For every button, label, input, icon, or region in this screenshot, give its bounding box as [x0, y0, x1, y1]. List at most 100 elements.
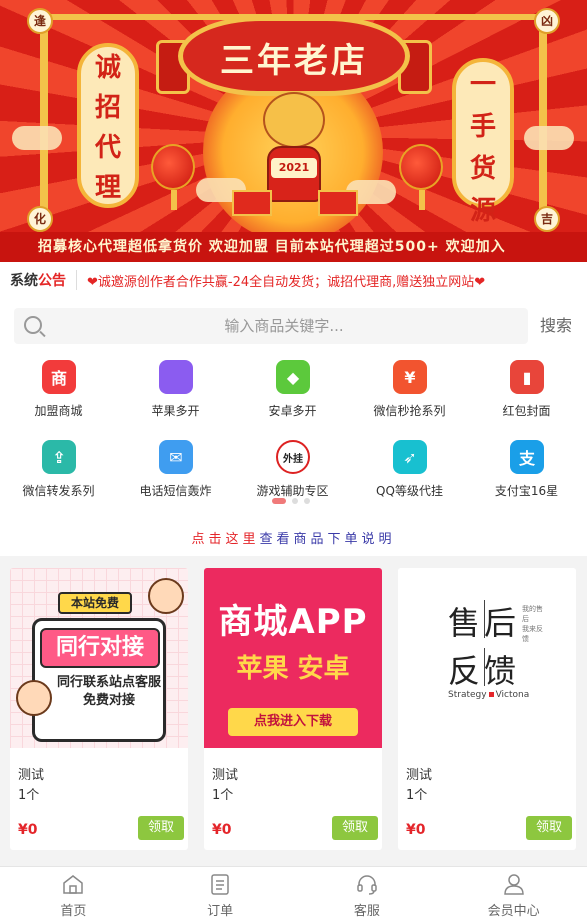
category-label: 微信转发系列	[22, 484, 95, 498]
slogan-char: 代	[94, 133, 121, 163]
carousel-dot-active[interactable]	[272, 498, 286, 504]
carousel-dot[interactable]	[292, 498, 298, 504]
home-icon	[63, 875, 84, 894]
system-notice[interactable]: 系统公告 ❤诚邀源创作者合作共赢-24全自动发货；诚招代理商,赠送独立网站❤	[0, 262, 587, 298]
category-label: 微信秒抢系列	[373, 404, 446, 418]
search-button[interactable]: 搜索	[530, 308, 582, 344]
category-item[interactable]: ➶ QQ等级代挂	[351, 436, 468, 506]
product-image[interactable]: 商城APP 苹果 安卓 点我进入下载	[204, 568, 382, 748]
category-label: 加盟商城	[34, 404, 83, 418]
shop-icon: 商	[42, 360, 76, 394]
corner-seal: 凶	[534, 8, 560, 34]
image-headline: 商城APP	[218, 602, 368, 642]
notice-marquee[interactable]: ❤诚邀源创作者合作共赢-24全自动发货；诚招代理商,赠送独立网站❤	[87, 271, 485, 290]
category-item[interactable]: 外挂 游戏辅助专区	[234, 436, 351, 506]
image-small-a: 我的售后	[522, 605, 543, 623]
search-bar: 搜索	[0, 298, 587, 356]
product-card[interactable]: 本站免费 同行对接 同行联系站点客服 免费对接 测试 1个 ¥0 领取	[10, 568, 188, 850]
category-label: 电话短信轰炸	[139, 484, 212, 498]
tab-label: 会员中心	[487, 904, 540, 919]
product-qty: 1个	[406, 788, 428, 803]
image-ribbon: 本站免费	[58, 592, 132, 614]
search-input[interactable]	[54, 308, 514, 344]
product-name: 测试	[212, 768, 239, 783]
cloud-decoration	[12, 126, 62, 150]
banner-scroll: 三年老店	[178, 16, 410, 96]
order-guide-link[interactable]: 点击这里查看商品下单说明	[0, 528, 587, 547]
category-item[interactable]: 苹果多开	[117, 356, 234, 426]
product-card[interactable]: 售后 反馈 我的售后 我来反馈 Strategy Victona 测试 1个 ¥0 …	[398, 568, 576, 850]
claim-button[interactable]: 领取	[138, 816, 184, 840]
product-card[interactable]: 商城APP 苹果 安卓 点我进入下载 测试 1个 ¥0 领取	[204, 568, 382, 850]
product-price: ¥0	[406, 822, 426, 838]
banner-frame-right	[539, 14, 547, 222]
cartoon-boy-icon	[148, 578, 184, 614]
product-name: 测试	[18, 768, 45, 783]
no-cheat-icon: 外挂	[276, 440, 310, 474]
image-headline: 同行对接	[40, 628, 160, 668]
banner-footer-text: 招募核心代理超低拿货价 欢迎加盟 目前本站代理超过500+ 欢迎加入	[0, 232, 587, 262]
tab-orders[interactable]: 订单	[147, 867, 294, 920]
promo-banner[interactable]: 逢 凶 化 吉 诚 招 代 理 一 手 货 源 三年老店 2021 招募核心代理…	[0, 0, 587, 262]
category-item[interactable]: ✉ 电话短信轰炸	[117, 436, 234, 506]
tab-label: 客服	[353, 904, 380, 919]
ox-head	[263, 92, 325, 148]
category-item[interactable]: ¥ 微信秒抢系列	[351, 356, 468, 426]
banner-right-slogan: 一 手 货 源	[452, 58, 514, 226]
gift-box-icon	[232, 190, 272, 216]
claim-button[interactable]: 领取	[332, 816, 378, 840]
slogan-char: 一	[469, 70, 496, 100]
notice-tag-a: 系统	[10, 273, 38, 289]
tab-support[interactable]: 客服	[294, 867, 441, 920]
product-image[interactable]: 本站免费 同行对接 同行联系站点客服 免费对接	[10, 568, 188, 748]
slogan-char: 源	[469, 196, 496, 226]
slogan-char: 理	[94, 173, 121, 203]
tab-home[interactable]: 首页	[0, 867, 147, 920]
corner-seal: 吉	[534, 206, 560, 232]
claim-button[interactable]: 领取	[526, 816, 572, 840]
category-grid: 商加盟商城 苹果多开 ◆ 安卓多开 ¥ 微信秒抢系列 ▮ 红包封面 ⇪ 微信转发系列 ✉ 电话短信轰炸…	[0, 356, 587, 556]
image-small-b: 我来反馈	[522, 625, 543, 643]
category-item[interactable]: ◆ 安卓多开	[234, 356, 351, 426]
category-label: QQ等级代挂	[376, 484, 443, 498]
android-icon: ◆	[276, 360, 310, 394]
category-label: 苹果多开	[151, 404, 200, 418]
category-label: 安卓多开	[268, 404, 317, 418]
category-item[interactable]: 支支付宝16星	[468, 436, 585, 506]
category-label: 红包封面	[502, 404, 551, 418]
corner-seal: 逢	[27, 8, 53, 34]
image-subtext: 同行联系站点客服 免费对接	[56, 675, 161, 708]
image-divider	[484, 648, 485, 686]
user-icon	[503, 874, 524, 895]
product-price: ¥0	[212, 822, 232, 838]
category-item[interactable]: ⇪ 微信转发系列	[0, 436, 117, 506]
rocket-icon: ➶	[393, 440, 427, 474]
banner-frame-left	[40, 14, 48, 222]
image-divider	[484, 600, 485, 638]
image-subtitle: 苹果 安卓	[236, 654, 350, 684]
cartoon-girl-icon	[16, 680, 52, 716]
guide-text-b: 查看商品下单说明	[259, 532, 396, 547]
lantern-icon	[151, 144, 195, 210]
banner-left-slogan: 诚 招 代 理	[77, 43, 139, 208]
notice-tag-b: 公告	[38, 273, 66, 289]
banner-title: 三年老店	[220, 41, 368, 81]
search-icon	[24, 316, 42, 334]
category-item[interactable]: 商加盟商城	[0, 356, 117, 426]
image-foot-a: Strategy	[448, 690, 487, 700]
slogan-char: 货	[469, 154, 496, 184]
search-box[interactable]	[14, 308, 528, 344]
slogan-char: 诚	[94, 53, 121, 83]
image-download-cta: 点我进入下载	[228, 708, 358, 736]
order-list-icon	[211, 874, 229, 895]
category-label: 支付宝16星	[494, 484, 559, 498]
tab-member[interactable]: 会员中心	[440, 867, 587, 920]
product-price: ¥0	[18, 822, 38, 838]
mail-icon: ✉	[159, 440, 193, 474]
gift-box-icon	[318, 190, 358, 216]
red-square-icon	[488, 692, 494, 697]
category-item[interactable]: ▮ 红包封面	[468, 356, 585, 426]
slogan-char: 手	[469, 112, 496, 142]
product-image[interactable]: 售后 反馈 我的售后 我来反馈 Strategy Victona	[398, 568, 576, 748]
carousel-dot[interactable]	[304, 498, 310, 504]
